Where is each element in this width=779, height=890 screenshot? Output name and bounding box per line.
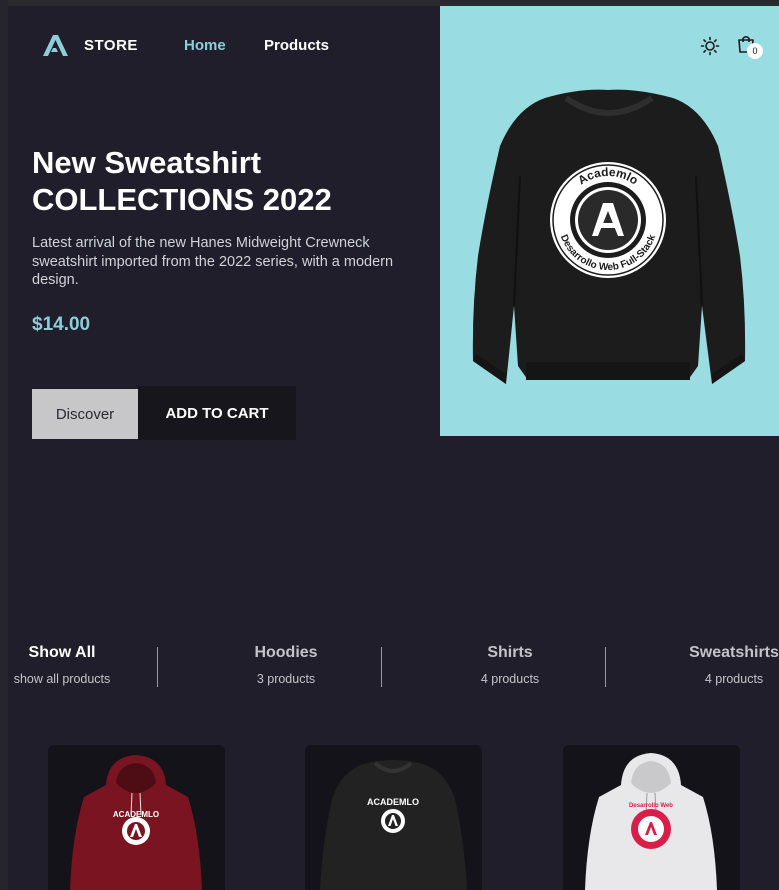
window-left-edge — [0, 0, 8, 890]
hero-title: New Sweatshirt COLLECTIONS 2022 — [32, 144, 432, 218]
filter-divider — [605, 647, 606, 687]
hero-title-line2: COLLECTIONS 2022 — [32, 182, 332, 217]
cart-count-badge: 0 — [747, 43, 763, 59]
red-hoodie-image: ACADEMLO — [70, 755, 202, 890]
filter-shirts[interactable]: Shirts 4 products — [398, 644, 622, 686]
nav-products-link[interactable]: Products — [264, 37, 329, 54]
filter-title: Hoodies — [254, 644, 318, 661]
filter-count: 4 products — [704, 672, 764, 686]
filter-divider — [381, 647, 382, 687]
filter-title: Shirts — [487, 644, 533, 661]
hero-title-line1: New Sweatshirt — [32, 145, 262, 180]
product-card[interactable]: Desarrollo Web — [563, 745, 740, 890]
filter-count: 4 products — [480, 672, 540, 686]
sun-icon[interactable] — [700, 36, 720, 56]
black-sweatshirt-image: ACADEMLO — [320, 760, 467, 890]
brand-name[interactable]: STORE — [84, 37, 138, 54]
hero-description: Latest arrival of the new Hanes Midweigh… — [32, 235, 394, 288]
sweatshirt-illustration: Academlo Desarrollo Web Full-Stack — [472, 89, 746, 385]
hero-price: $14.00 — [32, 314, 91, 335]
card-badge-text: ACADEMLO — [367, 797, 419, 807]
white-hoodie-image: Desarrollo Web — [585, 753, 717, 890]
logo-icon[interactable] — [42, 33, 70, 57]
nav-home-link[interactable]: Home — [184, 37, 226, 54]
add-to-cart-button[interactable]: ADD TO CART — [138, 386, 296, 440]
filter-sweatshirts[interactable]: Sweatshirts 4 products — [622, 644, 779, 686]
filter-count: show all products — [13, 672, 111, 686]
discover-button[interactable]: Discover — [32, 389, 138, 439]
filter-hoodies[interactable]: Hoodies 3 products — [174, 644, 398, 686]
product-card[interactable]: ACADEMLO — [48, 745, 225, 890]
filter-show-all[interactable]: Show All show all products — [0, 644, 174, 686]
card-badge-text: Desarrollo Web — [629, 803, 673, 809]
filter-title: Show All — [28, 644, 96, 661]
hero-product-image: Academlo Desarrollo Web Full-Stack — [440, 6, 779, 436]
product-card[interactable]: ACADEMLO — [305, 745, 482, 890]
filter-divider — [157, 647, 158, 687]
filter-count: 3 products — [256, 672, 316, 686]
filter-title: Sweatshirts — [689, 644, 779, 661]
